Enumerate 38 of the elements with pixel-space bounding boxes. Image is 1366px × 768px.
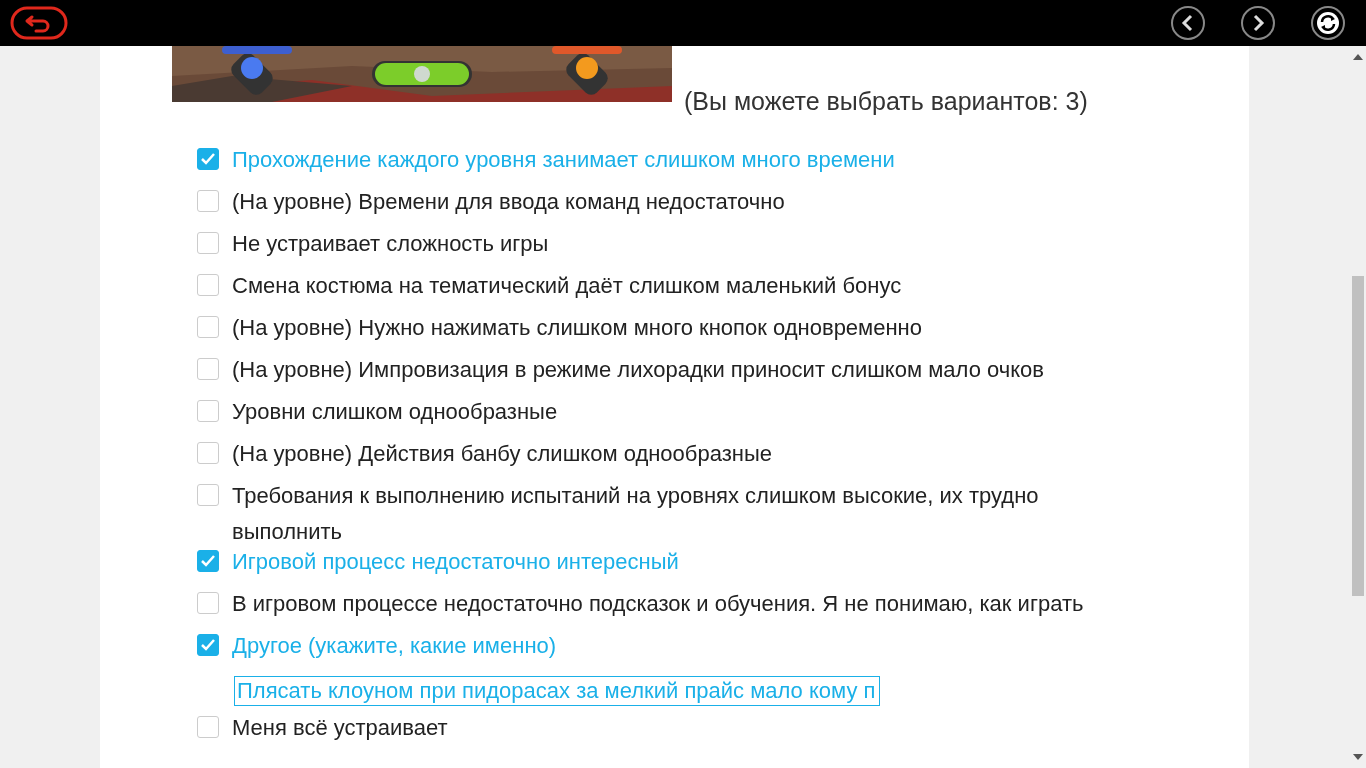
checkbox[interactable]	[197, 716, 219, 738]
checkbox[interactable]	[197, 484, 219, 506]
option-item[interactable]: (На уровне) Действия банбу слишком однообразные	[197, 442, 1249, 484]
checkbox[interactable]	[197, 634, 219, 656]
checkmark-icon	[200, 152, 216, 166]
next-button[interactable]	[1240, 5, 1276, 41]
refresh-icon	[1310, 5, 1346, 41]
scroll-down-icon[interactable]	[1353, 754, 1363, 760]
checkbox[interactable]	[197, 550, 219, 572]
option-item[interactable]: (На уровне) Нужно нажимать слишком много кнопок одновременно	[197, 316, 1249, 358]
checkbox[interactable]	[197, 148, 219, 170]
previous-button[interactable]	[1170, 5, 1206, 41]
refresh-button[interactable]	[1310, 5, 1346, 41]
option-item[interactable]: Не устраивает сложность игры	[197, 232, 1249, 274]
checkmark-icon	[200, 638, 216, 652]
checkbox[interactable]	[197, 316, 219, 338]
back-icon	[10, 6, 68, 40]
checkbox[interactable]	[197, 400, 219, 422]
scroll-up-icon[interactable]	[1353, 54, 1363, 60]
option-item[interactable]: Требования к выполнению испытаний на уровнях слишком высокие, их трудно выполнить	[197, 484, 1249, 550]
checkbox[interactable]	[197, 190, 219, 212]
option-item[interactable]: Уровни слишком однообразные	[197, 400, 1249, 442]
option-item[interactable]: (На уровне) Времени для ввода команд недостаточно	[197, 190, 1249, 232]
checkbox[interactable]	[197, 592, 219, 614]
checkmark-icon	[200, 554, 216, 568]
scrollbar-thumb[interactable]	[1352, 276, 1364, 596]
option-item[interactable]: Смена костюма на тематический даёт слишком маленький бонус	[197, 274, 1249, 316]
option-item[interactable]: Меня всё устраивает	[197, 716, 1249, 758]
back-button[interactable]	[10, 6, 68, 40]
checkbox[interactable]	[197, 358, 219, 380]
checkbox[interactable]	[197, 232, 219, 254]
option-item[interactable]: (На уровне) Импровизация в режиме лихорадки приносит слишком мало очков	[197, 358, 1249, 400]
chevron-left-icon	[1170, 5, 1206, 41]
hint-text: (Вы можете выбрать вариантов: 3)	[684, 87, 1088, 116]
checkbox[interactable]	[197, 442, 219, 464]
chevron-right-icon	[1240, 5, 1276, 41]
option-item[interactable]: В игровом процессе недостаточно подсказок и обучения. Я не понимаю, как играть	[197, 592, 1249, 634]
checkbox[interactable]	[197, 274, 219, 296]
